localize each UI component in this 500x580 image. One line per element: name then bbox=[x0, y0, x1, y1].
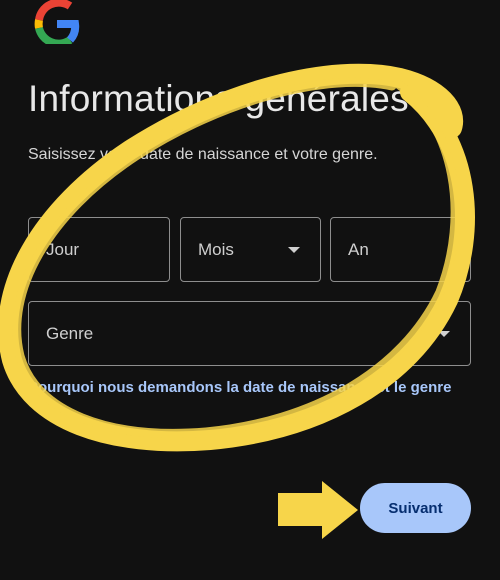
day-field-label: Jour bbox=[46, 239, 80, 259]
google-g-logo-icon bbox=[30, 0, 80, 48]
year-field[interactable]: An bbox=[330, 217, 471, 282]
month-select-label: Mois bbox=[198, 239, 234, 259]
page-subtitle: Saisissez votre date de naissance et vot… bbox=[28, 146, 378, 163]
dropdown-caret-icon bbox=[438, 330, 450, 337]
gender-select-label: Genre bbox=[46, 323, 94, 343]
page-title: Informations générales bbox=[28, 78, 409, 119]
gender-select[interactable]: Genre bbox=[28, 301, 471, 366]
day-field[interactable]: Jour bbox=[28, 217, 170, 282]
year-field-label: An bbox=[348, 239, 369, 259]
month-select[interactable]: Mois bbox=[180, 217, 321, 282]
next-button[interactable]: Suivant bbox=[360, 483, 471, 533]
dropdown-caret-icon bbox=[288, 246, 300, 253]
google-signup-screen: Informations générales Saisissez votre d… bbox=[0, 0, 500, 580]
annotation-arrow bbox=[278, 481, 358, 539]
why-we-ask-link[interactable]: Pourquoi nous demandons la date de naiss… bbox=[28, 377, 468, 399]
